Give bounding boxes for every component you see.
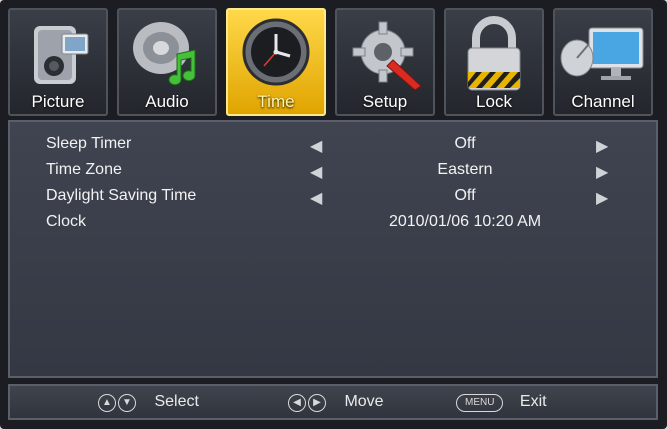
- tab-label: Audio: [145, 92, 189, 111]
- setting-row-clock: Clock 2010/01/06 10:20 AM: [10, 210, 656, 236]
- setting-value: Off: [454, 135, 476, 152]
- tab-channel[interactable]: Channel: [553, 8, 653, 116]
- clock-value: 2010/01/06 10:20 AM: [388, 213, 542, 230]
- tab-label: Channel: [571, 92, 635, 111]
- left-arrow-key-icon: ◀: [288, 394, 306, 412]
- hint-exit: MENU Exit: [456, 393, 547, 412]
- hint-select: ▲ ▼ Select: [98, 393, 199, 412]
- chevron-left-icon[interactable]: ◀: [310, 136, 322, 156]
- tv-osd-screen: Picture Audio Time Setup Lock Channel Sl…: [0, 0, 667, 429]
- footer-hints: ▲ ▼ Select ◀ ▶ Move MENU Exit: [8, 384, 658, 420]
- camcorder-icon: [34, 26, 89, 84]
- hint-move: ◀ ▶ Move: [288, 393, 384, 412]
- padlock-icon: [467, 16, 521, 91]
- chevron-right-icon[interactable]: ▶: [596, 136, 608, 156]
- tab-audio[interactable]: Audio: [117, 8, 217, 116]
- tab-picture[interactable]: Picture: [8, 8, 108, 116]
- setting-name: Time Zone: [46, 161, 122, 178]
- tab-label: Setup: [362, 92, 408, 111]
- hint-label: Exit: [519, 393, 547, 410]
- tab-label: Lock: [476, 92, 512, 111]
- tab-lock[interactable]: Lock: [444, 8, 544, 116]
- setting-value: Eastern: [437, 161, 493, 178]
- settings-panel: Sleep Timer ◀ Off ▶ Time Zone ◀ Eastern …: [8, 120, 658, 378]
- tab-setup[interactable]: Setup: [335, 8, 435, 116]
- setting-name: Sleep Timer: [46, 135, 132, 152]
- hint-label: Move: [344, 393, 384, 410]
- tab-label: Time: [257, 92, 295, 111]
- setting-row-time-zone[interactable]: Time Zone ◀ Eastern ▶: [10, 158, 656, 184]
- menu-tabs: Picture Audio Time Setup Lock Channel: [8, 8, 658, 118]
- menu-key-icon: MENU: [456, 394, 504, 412]
- up-arrow-key-icon: ▲: [98, 394, 116, 412]
- chevron-left-icon[interactable]: ◀: [310, 162, 322, 182]
- setting-name: Daylight Saving Time: [46, 187, 197, 204]
- tab-label: Picture: [31, 92, 85, 111]
- setting-value: Off: [454, 187, 476, 204]
- tab-time[interactable]: Time: [226, 8, 326, 116]
- speaker-music-icon: [133, 22, 196, 86]
- setting-row-daylight-saving-time[interactable]: Daylight Saving Time ◀ Off ▶: [10, 184, 656, 210]
- right-arrow-key-icon: ▶: [308, 394, 326, 412]
- clock-icon: [242, 18, 310, 86]
- chevron-left-icon[interactable]: ◀: [310, 188, 322, 208]
- gear-wrench-icon: [352, 21, 422, 91]
- down-arrow-key-icon: ▼: [118, 394, 136, 412]
- setting-name: Clock: [46, 213, 87, 230]
- chevron-right-icon[interactable]: ▶: [596, 162, 608, 182]
- satellite-monitor-icon: [560, 27, 644, 80]
- setting-row-sleep-timer[interactable]: Sleep Timer ◀ Off ▶: [10, 132, 656, 158]
- chevron-right-icon[interactable]: ▶: [596, 188, 608, 208]
- hint-label: Select: [154, 393, 199, 410]
